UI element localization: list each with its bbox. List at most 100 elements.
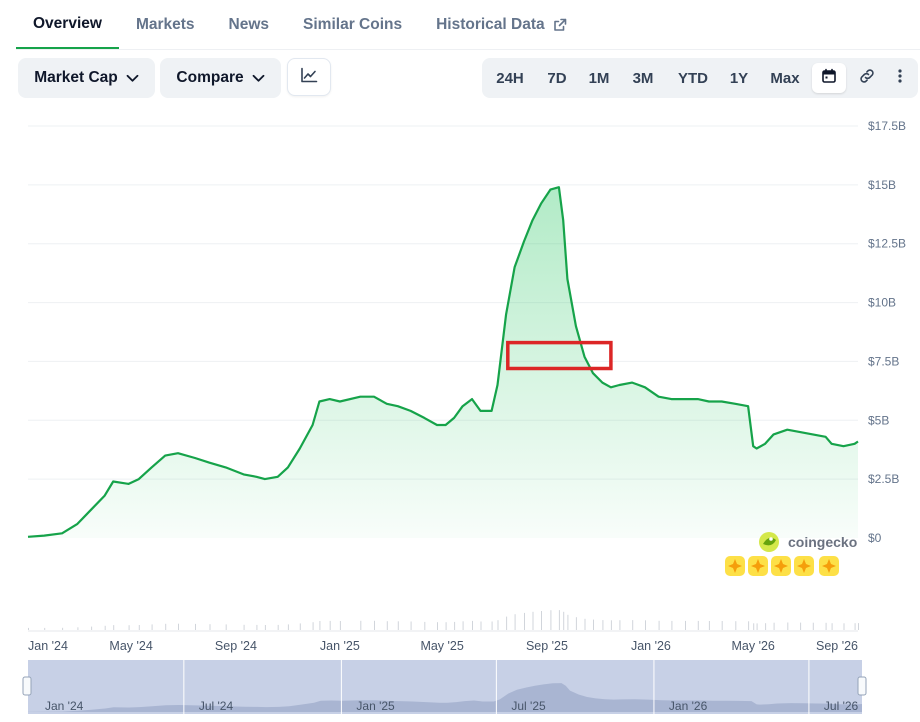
range-3m-label: 3M [632, 69, 654, 87]
navigator-tick-label: Jan '25 [356, 699, 395, 713]
navigator-right-handle[interactable] [857, 676, 867, 696]
navigator-tick-label: Jan '24 [45, 699, 84, 713]
y-tick-label: $15B [868, 178, 896, 192]
volume-bar [165, 623, 167, 630]
y-tick-label: $7.5B [868, 354, 899, 368]
volume-bar [524, 612, 525, 630]
volume-bar [44, 627, 46, 630]
navigator-left-handle[interactable] [22, 676, 32, 696]
volume-bar [514, 614, 516, 630]
tab-news[interactable]: News [212, 0, 287, 49]
volume-bar [480, 621, 482, 630]
volume-bar [558, 610, 560, 630]
y-tick-label: $12.5B [868, 237, 906, 251]
tab-markets-label: Markets [135, 15, 195, 33]
calendar-icon [821, 68, 837, 88]
volume-bar [800, 622, 802, 630]
volume-bar [178, 623, 179, 630]
x-tick-label: May '26 [731, 639, 774, 653]
volume-bar [319, 621, 321, 630]
volume-bar [472, 620, 473, 630]
volume-bar [854, 623, 856, 630]
range-3m[interactable]: 3M [621, 58, 665, 98]
market-cap-area [28, 187, 858, 538]
chevron-down-icon [252, 74, 265, 83]
volume-bar [773, 622, 775, 630]
range-1y[interactable]: 1Y [720, 58, 758, 98]
volume-bar [532, 611, 534, 630]
metric-dropdown[interactable]: Market Cap [18, 58, 155, 98]
volume-bar [28, 627, 29, 630]
volume-bar [593, 619, 594, 630]
volume-bar [386, 621, 388, 630]
volume-bar [491, 621, 493, 630]
volume-bar [602, 620, 604, 630]
chart-type-button[interactable] [287, 58, 331, 96]
volume-bar [256, 624, 258, 630]
x-tick-label: Jan '26 [631, 639, 671, 653]
volume-bar [424, 621, 426, 630]
coingecko-watermark: coingecko [725, 532, 857, 576]
compare-dropdown[interactable]: Compare [160, 58, 281, 98]
range-24h[interactable]: 24H [486, 58, 534, 98]
volume-bar [138, 625, 140, 630]
volume-bar [329, 620, 331, 630]
range-max-label: Max [770, 69, 800, 87]
volume-bar [825, 622, 827, 630]
x-tick-label: Sep '24 [215, 639, 257, 653]
tab-overview-label: Overview [33, 14, 102, 32]
y-axis: $0 $2.5B $5B $7.5B $10B $12.5B $15B $17.5B [868, 119, 906, 545]
range-1m[interactable]: 1M [578, 58, 620, 98]
calendar-button[interactable] [812, 63, 846, 93]
tab-historical-data[interactable]: Historical Data [419, 0, 585, 49]
more-button[interactable] [886, 58, 914, 98]
range-navigator[interactable]: Jan '24 Jul '24 Jan '25 Jul '25 Jan '26 Jul '… [22, 660, 867, 714]
y-tick-label: $5B [868, 413, 889, 427]
coingecko-brand: coingecko [788, 534, 857, 550]
volume-bar [445, 622, 447, 630]
volume-bar [437, 622, 438, 630]
volume-bar [619, 620, 621, 630]
volume-bar [497, 620, 499, 630]
x-tick-label: May '25 [420, 639, 463, 653]
time-range-selector: 24H 7D 1M 3M YTD 1Y Max [482, 58, 918, 98]
chart-toolbar: Market Cap Compare 24H 7D 1M 3M YTD 1Y M… [0, 56, 920, 100]
range-7d[interactable]: 7D [536, 58, 578, 98]
volume-bar [243, 624, 245, 630]
tab-markets[interactable]: Markets [119, 0, 212, 49]
volume-bar [787, 622, 789, 630]
sparkle-icons [725, 556, 839, 576]
line-chart-icon [300, 67, 318, 88]
range-ytd[interactable]: YTD [669, 58, 717, 98]
volume-bar [410, 621, 412, 630]
volume-bar [658, 620, 660, 630]
volume-bar [312, 622, 314, 630]
link-icon [858, 68, 876, 88]
range-max[interactable]: Max [762, 58, 808, 98]
tab-similar-coins[interactable]: Similar Coins [286, 0, 419, 49]
volume-bar [563, 611, 565, 630]
tab-historical-data-label: Historical Data [436, 15, 545, 33]
volume-bar [454, 621, 456, 630]
tab-similar-coins-label: Similar Coins [303, 15, 403, 33]
volume-bar [735, 621, 737, 630]
tab-overview[interactable]: Overview [16, 0, 119, 49]
navigator-tick-label: Jan '26 [669, 699, 708, 713]
volume-bar [541, 611, 542, 630]
range-1y-label: 1Y [729, 69, 749, 87]
volume-bar [91, 626, 93, 630]
volume-bar [756, 623, 758, 630]
volume-bar [195, 623, 196, 630]
more-vertical-icon [897, 68, 903, 88]
external-link-icon [552, 17, 568, 33]
y-tick-label: $10B [868, 296, 896, 310]
volume-bar [225, 624, 227, 630]
range-7d-label: 7D [547, 69, 567, 87]
volume-bar [339, 621, 341, 630]
volume-bar [550, 610, 552, 630]
volume-bar [287, 624, 289, 630]
x-tick-label: Sep '25 [526, 639, 568, 653]
link-button[interactable] [850, 58, 884, 98]
volume-bar [104, 625, 106, 630]
volume-bar [708, 621, 710, 630]
